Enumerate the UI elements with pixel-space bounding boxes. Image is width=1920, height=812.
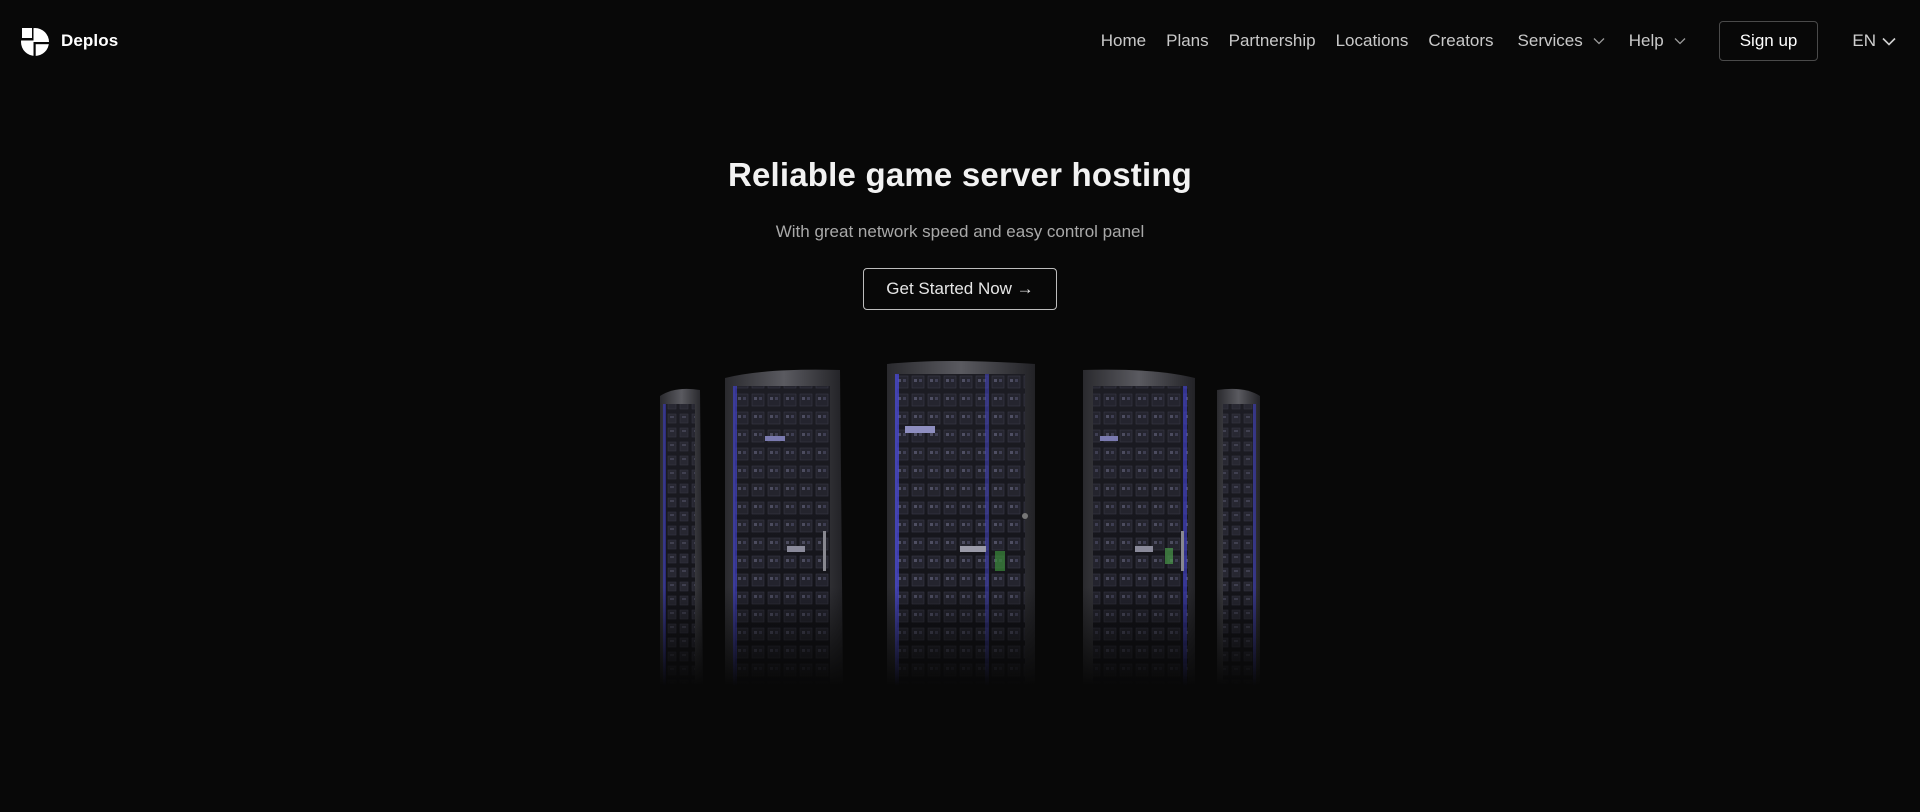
- get-started-button[interactable]: Get Started Now →: [863, 268, 1057, 310]
- page: Deplos Home Plans Partnership Locations …: [0, 0, 1920, 812]
- signup-button[interactable]: Sign up: [1718, 21, 1819, 61]
- hero-subtitle: With great network speed and easy contro…: [775, 222, 1145, 241]
- nav-services-dropdown[interactable]: Services: [1518, 31, 1605, 51]
- nav-creators[interactable]: Creators: [1428, 31, 1493, 51]
- nav-home[interactable]: Home: [1101, 31, 1146, 51]
- brand-link[interactable]: Deplos: [19, 25, 118, 57]
- nav-help-label: Help: [1628, 31, 1664, 50]
- language-label: EN: [1852, 31, 1876, 50]
- nav-services-label: Services: [1517, 31, 1583, 50]
- chevron-down-icon: [1674, 38, 1686, 45]
- deplos-logo-icon: [20, 27, 50, 56]
- brand-name: Deplos: [61, 31, 119, 50]
- nav-partnership[interactable]: Partnership: [1229, 31, 1316, 51]
- chevron-down-icon: [1593, 38, 1605, 45]
- main-nav: Home Plans Partnership Locations Creator…: [1101, 0, 1920, 82]
- site-header: Deplos Home Plans Partnership Locations …: [0, 0, 1920, 82]
- nav-locations[interactable]: Locations: [1336, 31, 1409, 51]
- nav-help-dropdown[interactable]: Help: [1629, 31, 1686, 51]
- language-selector[interactable]: EN: [1852, 31, 1896, 51]
- server-racks-image: [655, 356, 1265, 686]
- nav-plans[interactable]: Plans: [1166, 31, 1209, 51]
- hero-title: Reliable game server hosting: [727, 156, 1193, 193]
- chevron-down-icon: [1882, 37, 1896, 46]
